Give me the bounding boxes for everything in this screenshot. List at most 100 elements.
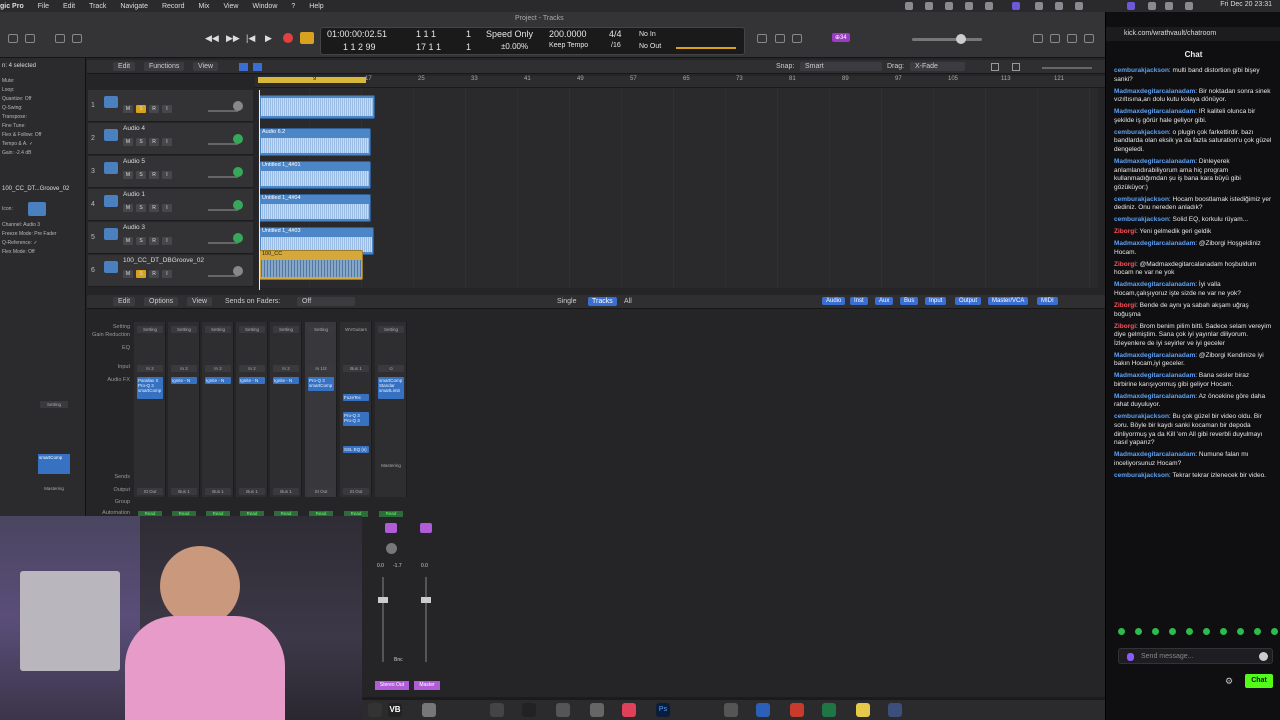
- inspector-row[interactable]: Tempo & A. ✓: [2, 141, 33, 147]
- inspector-icon[interactable]: [25, 34, 35, 43]
- mute-button[interactable]: M: [123, 237, 133, 245]
- zoom-icon[interactable]: [991, 63, 999, 71]
- settings-icon[interactable]: [55, 34, 65, 43]
- chat-username[interactable]: Madmaxdegitarcalanadam: [1114, 88, 1195, 95]
- input-slot[interactable]: ⊙: [378, 365, 404, 372]
- channel-strip[interactable]: Setting In 2 Ignite - N Bus 1: [270, 322, 302, 497]
- menu-window[interactable]: Window: [245, 3, 284, 10]
- mixer-options-menu[interactable]: Options: [144, 297, 179, 306]
- pan-knob[interactable]: [233, 266, 243, 276]
- filter-bus[interactable]: Bus: [900, 297, 919, 305]
- pan-knob[interactable]: [233, 167, 243, 177]
- fx-slot[interactable]: Ignite - N: [274, 378, 298, 383]
- dock-app-icon[interactable]: [622, 703, 636, 717]
- setting-slot[interactable]: Setting: [137, 326, 163, 333]
- view-single[interactable]: Single: [557, 298, 576, 305]
- waveform-zoom-icon[interactable]: [1012, 63, 1020, 71]
- gear-icon[interactable]: ⚙: [1225, 676, 1235, 686]
- dock-app-icon[interactable]: Ps: [656, 703, 670, 717]
- filter-inst[interactable]: Inst: [850, 297, 868, 305]
- emote-icon[interactable]: [1186, 628, 1193, 635]
- volume-fader[interactable]: [208, 209, 238, 211]
- volume-fader[interactable]: [421, 597, 431, 603]
- automation-mode[interactable]: Read: [379, 511, 403, 517]
- inspector-row[interactable]: Channel: Audio 3: [2, 222, 40, 228]
- setting-slot[interactable]: Setting: [171, 326, 197, 333]
- list-editor-icon[interactable]: [757, 34, 767, 43]
- mute-button[interactable]: M: [123, 171, 133, 179]
- tray-icon[interactable]: [945, 2, 953, 10]
- chat-username[interactable]: Madmaxdegitarcalanadam: [1114, 393, 1195, 400]
- chat-username[interactable]: cemburakjackson: [1114, 413, 1169, 420]
- dock-app-icon[interactable]: VB: [388, 703, 402, 717]
- solo-button[interactable]: S: [136, 204, 146, 212]
- inspector-row[interactable]: Q-Reference: ✓: [2, 240, 38, 246]
- input-monitor-button[interactable]: I: [162, 105, 172, 113]
- filter-input[interactable]: Input: [925, 297, 947, 305]
- dock-app-icon[interactable]: [756, 703, 770, 717]
- cycle-region[interactable]: [258, 77, 366, 83]
- inspector-strip-fx[interactable]: smartComp: [38, 454, 70, 474]
- menu-track[interactable]: Track: [82, 3, 113, 10]
- dock-app-icon[interactable]: [490, 703, 504, 717]
- track-header[interactable]: 2 Audio 4 MSRI: [88, 123, 253, 155]
- fx-slot-group[interactable]: smartComp Standar smartLimit: [378, 377, 404, 399]
- audio-region[interactable]: 100_CC: [259, 250, 363, 280]
- track-header[interactable]: 3 Audio 5 MSRI: [88, 156, 253, 188]
- inspector-row[interactable]: Q-Swing:: [2, 105, 23, 111]
- fx-slot-group[interactable]: FuzeTec: [343, 394, 369, 401]
- chat-username[interactable]: Madmaxdegitarcalanadam: [1114, 240, 1195, 247]
- channel-strip[interactable]: Setting In 2 Ignite - N Bus 1: [236, 322, 268, 497]
- menu-record[interactable]: Record: [155, 3, 192, 10]
- chat-username[interactable]: Ziborgi: [1114, 302, 1136, 309]
- channel-strip[interactable]: Setting In 2 Ignite - N Bus 1: [202, 322, 234, 497]
- audio-region[interactable]: [259, 95, 375, 119]
- record-enable-button[interactable]: R: [149, 270, 159, 278]
- fx-slot-group[interactable]: Pro-Q 3 Pro-Q 3: [343, 412, 369, 426]
- chat-username[interactable]: Ziborgi: [1114, 323, 1136, 330]
- menu-navigate[interactable]: Navigate: [113, 3, 155, 10]
- emote-icon[interactable]: [1118, 628, 1125, 635]
- input-monitor-button[interactable]: I: [162, 138, 172, 146]
- list-icon[interactable]: [1050, 34, 1060, 43]
- menu-view[interactable]: View: [216, 3, 245, 10]
- track-name[interactable]: Audio 5: [123, 158, 145, 165]
- volume-fader[interactable]: [208, 275, 238, 277]
- emote-icon[interactable]: [1254, 628, 1261, 635]
- pan-knob[interactable]: [386, 543, 397, 554]
- fx-slot-group[interactable]: Pro-Q 3 smartComp: [308, 377, 334, 391]
- setting-slot[interactable]: Setting: [308, 326, 334, 333]
- dock-app-icon[interactable]: [724, 703, 738, 717]
- chat-input[interactable]: Send message...: [1118, 648, 1273, 664]
- dock-app-icon[interactable]: [790, 703, 804, 717]
- pan-knob[interactable]: [420, 523, 432, 533]
- chat-username[interactable]: cemburakjackson: [1114, 216, 1169, 223]
- record-enable-button[interactable]: R: [149, 105, 159, 113]
- mute-button[interactable]: M: [123, 138, 133, 146]
- mixer-view-menu[interactable]: View: [187, 297, 213, 306]
- track-name[interactable]: Audio 3: [123, 224, 145, 231]
- menu-mix[interactable]: Mix: [192, 3, 217, 10]
- emote-icon[interactable]: [1220, 628, 1227, 635]
- sends-on-faders-dropdown[interactable]: Off: [297, 297, 355, 306]
- chat-username[interactable]: Madmaxdegitarcalanadam: [1114, 451, 1195, 458]
- dock-app-icon[interactable]: [590, 703, 604, 717]
- pan-knob[interactable]: [233, 101, 243, 111]
- volume-fader[interactable]: [378, 597, 388, 603]
- mixer-icon[interactable]: [72, 34, 82, 43]
- input-monitor-button[interactable]: I: [162, 204, 172, 212]
- output-slot[interactable]: Bus 1: [205, 488, 231, 495]
- input-slot[interactable]: In 2: [137, 365, 163, 372]
- filter-master-vca[interactable]: Master/VCA: [988, 297, 1029, 305]
- inspector-row[interactable]: Fine Tune:: [2, 123, 26, 129]
- lcd-display[interactable]: 01:00:00:02.51 1 1 2 99 1 1 1 17 1 1 1 1…: [320, 27, 745, 55]
- input-slot[interactable]: In 2: [273, 365, 299, 372]
- bounce-label[interactable]: Bnc: [394, 657, 403, 663]
- cycle-icon[interactable]: [300, 32, 314, 44]
- solo-button[interactable]: S: [136, 138, 146, 146]
- solo-button[interactable]: S: [136, 171, 146, 179]
- dock-app-icon[interactable]: [422, 703, 436, 717]
- dock-app-icon[interactable]: [522, 703, 536, 717]
- drag-dropdown[interactable]: X-Fade: [910, 62, 965, 71]
- chat-username[interactable]: cemburakjackson: [1114, 196, 1169, 203]
